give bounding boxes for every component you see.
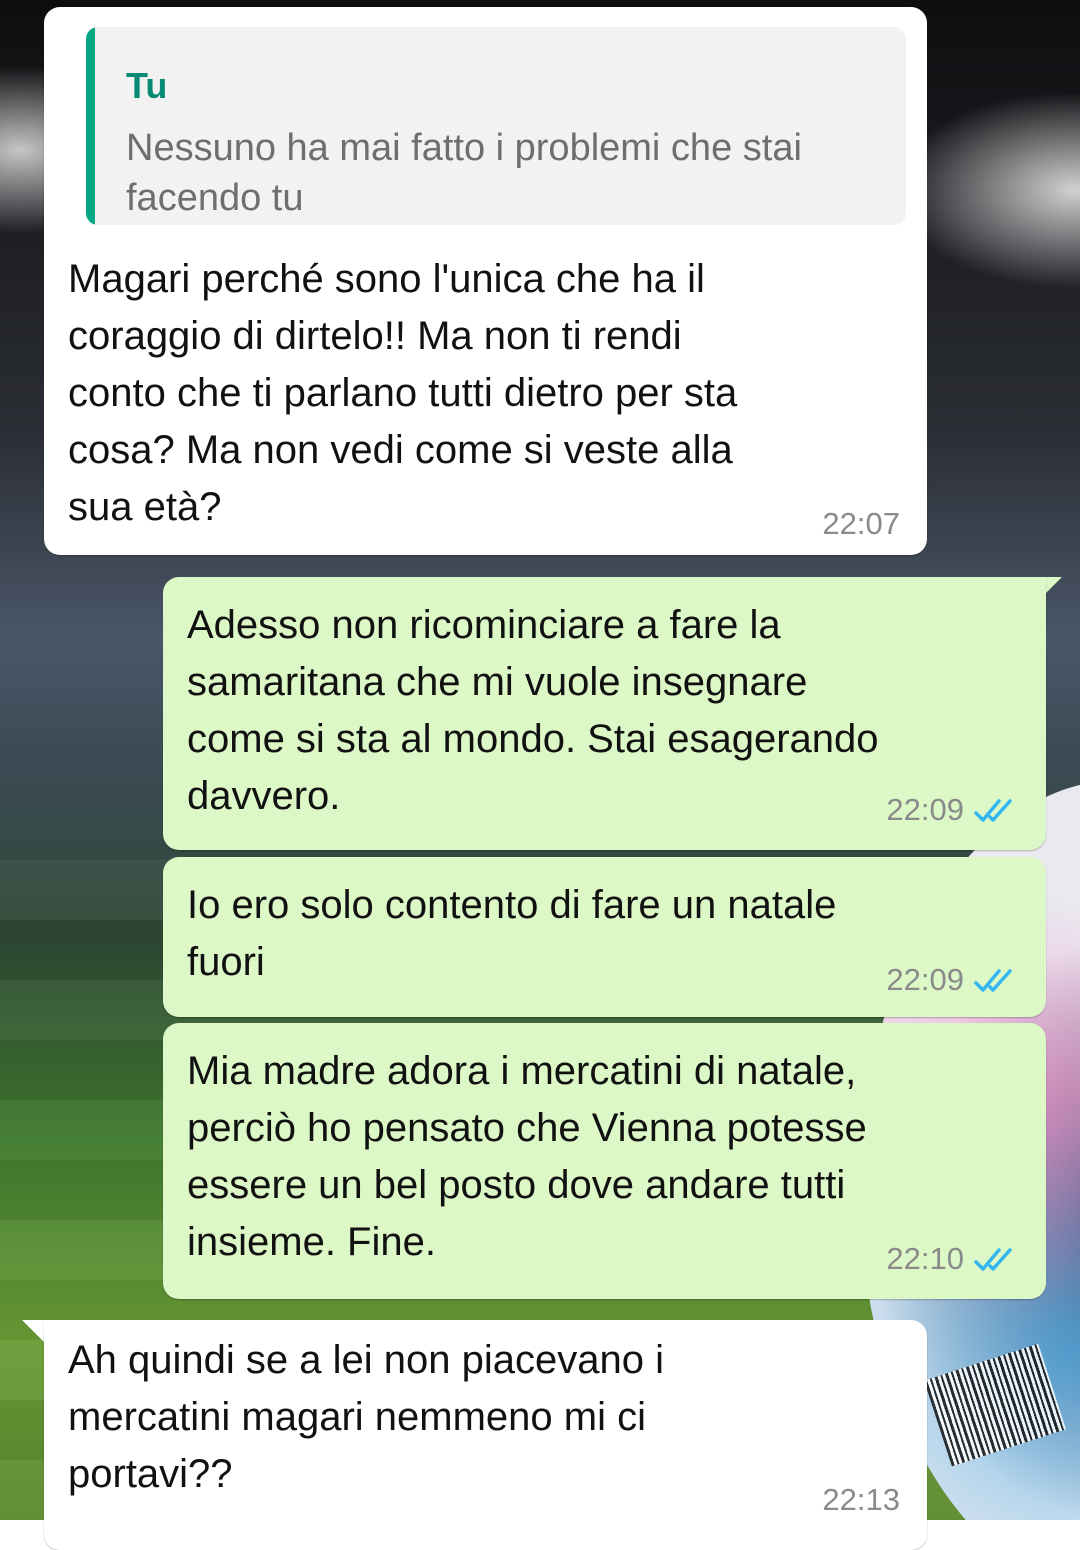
outgoing-message-bubble[interactable]: Mia madre adora i mercatini di natale, p… (163, 1023, 1046, 1299)
outgoing-message-bubble[interactable]: Adesso non ricominciare a fare la samari… (163, 577, 1046, 850)
message-text: Adesso non ricominciare a fare la samari… (187, 603, 879, 818)
incoming-message-bubble[interactable]: Ah quindi se a lei non piacevano i merca… (44, 1320, 927, 1550)
read-receipt-icon (974, 1248, 1012, 1271)
message-time: 22:09 (886, 962, 964, 997)
message-text: Ah quindi se a lei non piacevano i merca… (68, 1338, 664, 1496)
message-time: 22:09 (886, 792, 964, 827)
outgoing-message-bubble[interactable]: Io ero solo contento di fare un natale f… (163, 857, 1046, 1017)
message-text: Io ero solo contento di fare un natale f… (187, 883, 837, 984)
read-receipt-icon (974, 799, 1012, 822)
incoming-message-bubble[interactable]: Tu Nessuno ha mai fatto i problemi che s… (44, 7, 927, 555)
incoming-bubble-tail (22, 1320, 44, 1342)
message-time: 22:13 (822, 1482, 900, 1517)
quoted-text: Nessuno ha mai fatto i problemi che stai… (126, 127, 802, 219)
message-time: 22:07 (822, 506, 900, 541)
read-receipt-icon (974, 969, 1012, 992)
quoted-message[interactable]: Tu Nessuno ha mai fatto i problemi che s… (86, 27, 906, 225)
quote-accent-bar (86, 27, 95, 225)
message-text: Magari perché sono l'unica che ha il cor… (68, 257, 738, 529)
message-text: Mia madre adora i mercatini di natale, p… (187, 1049, 867, 1264)
quoted-author: Tu (126, 65, 168, 106)
message-time: 22:10 (886, 1241, 964, 1276)
